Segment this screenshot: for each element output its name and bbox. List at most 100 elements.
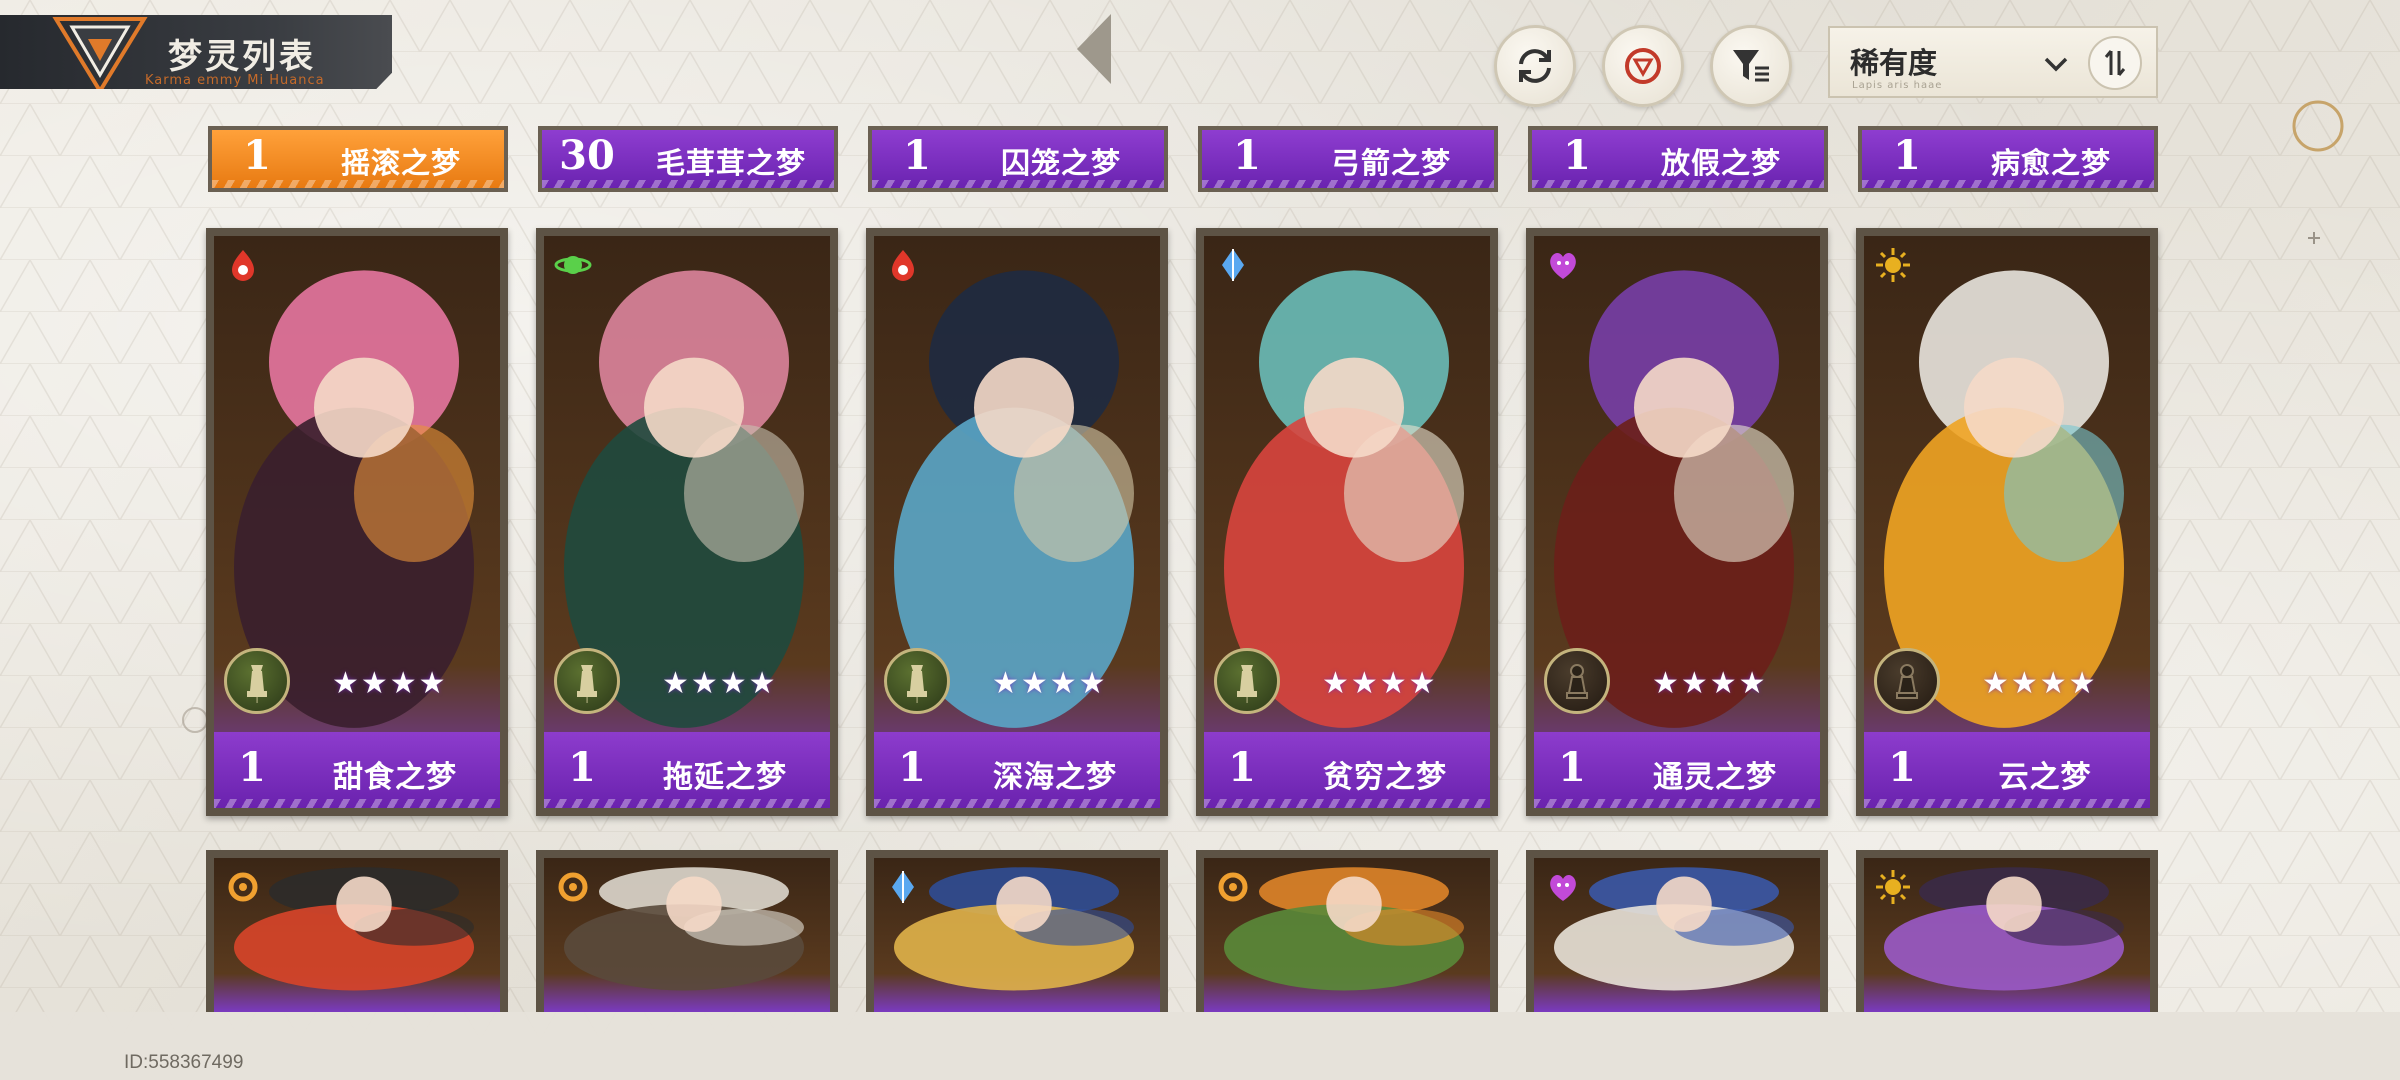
target-button[interactable] [1602,25,1684,107]
dream-card-band: 1 贫穷之梦 [1204,732,1490,808]
dream-count: 1 [1558,744,1586,791]
dream-name: 摇滚之梦 [340,146,461,180]
dream-card-frame: I ★★★★ 1 拖延之梦 [544,236,830,808]
dream-card-frame: I ★★★★ 1 甜食之梦 [214,236,500,808]
queen-piece-icon: I [1214,648,1280,714]
svg-text:I: I [256,696,258,703]
crystal-icon [1214,246,1252,284]
page-title: 梦灵列表 [168,37,316,77]
dream-name: 深海之梦 [993,760,1117,795]
dream-card[interactable] [1856,850,2158,1012]
dream-count: 1 [238,744,266,791]
pawn-piece-icon [1874,648,1940,714]
dream-count: 1 [1893,132,1921,179]
dream-count: 1 [243,132,271,179]
dream-card-band: 1 深海之梦 [874,732,1160,808]
dream-name: 贫穷之梦 [1323,760,1447,795]
queen-piece-icon: I [224,648,290,714]
dream-card[interactable]: I ★★★★ 1 贫穷之梦 [1196,228,1498,816]
dream-card[interactable]: I ★★★★ 1 深海之梦 [866,228,1168,816]
dream-card[interactable]: I ★★★★ 1 甜食之梦 [206,228,508,816]
dream-card-frame [214,858,500,1012]
dream-name: 通灵之梦 [1653,760,1777,795]
dream-card-band: 1 弓箭之梦 [1202,130,1494,188]
dream-name: 弓箭之梦 [1330,146,1451,180]
dream-name: 云之梦 [1998,760,2092,795]
dream-count: 1 [1233,132,1261,179]
star-rating: ★★★★ [1322,666,1438,701]
flame-emblem-icon [224,246,262,284]
dream-card-strip[interactable]: 1 摇滚之梦 [208,126,508,192]
dream-name: 毛茸茸之梦 [655,146,806,180]
dream-card[interactable] [1196,850,1498,1012]
dream-card-strip[interactable]: 1 放假之梦 [1528,126,1828,192]
refresh-button[interactable] [1494,25,1576,107]
refresh-icon [1519,49,1551,83]
sort-sublabel: Lapis aris haae [1852,80,1943,91]
dream-count: 1 [568,744,596,791]
dream-card-band: 1 云之梦 [1864,732,2150,808]
dream-card-band: 1 摇滚之梦 [212,130,504,188]
sort-label: 稀有度 [1850,46,1938,80]
dream-card-frame: ★★★★ 1 云之梦 [1864,236,2150,808]
queen-piece-icon: I [554,648,620,714]
dream-card-frame [1864,858,2150,1012]
flame-emblem-icon [884,246,922,284]
dream-card[interactable]: I ★★★★ 1 拖延之梦 [536,228,838,816]
bottom-fade [0,1012,2400,1080]
dream-card-strip[interactable]: 1 囚笼之梦 [868,126,1168,192]
dream-card-band: 1 病愈之梦 [1862,130,2154,188]
dream-card-frame [1534,858,1820,1012]
planet-icon [554,246,592,284]
page-subtitle: Karma emmy Mi Huanca [145,73,325,88]
dream-card-band: 1 囚笼之梦 [872,130,1164,188]
dream-card-strip[interactable]: 30 毛茸茸之梦 [538,126,838,192]
dream-count: 1 [898,744,926,791]
user-id: ID:558367499 [124,1052,244,1073]
sort-order-button[interactable] [2088,36,2142,90]
crystal-icon [884,868,922,906]
dream-card-frame [544,858,830,1012]
queen-piece-icon: I [884,648,950,714]
page-title-plate: 梦灵列表 Karma emmy Mi Huanca [0,15,392,89]
dream-card-strip[interactable]: 1 弓箭之梦 [1198,126,1498,192]
filter-button[interactable] [1710,25,1792,107]
sort-dropdown[interactable]: 稀有度 Lapis aris haae [1828,26,2158,98]
star-rating: ★★★★ [1982,666,2098,701]
ring-orbit-icon [224,868,262,906]
dream-card[interactable] [536,850,838,1012]
dream-card-frame [1204,858,1490,1012]
back-logo-icon[interactable] [50,11,150,95]
sort-order-icon [2104,50,2126,76]
pawn-piece-icon [1544,648,1610,714]
dream-count: 1 [1228,744,1256,791]
svg-text:I: I [916,696,918,703]
filter-icon [1733,50,1769,82]
ring-orbit-icon [554,868,592,906]
svg-text:I: I [586,696,588,703]
dream-name: 放假之梦 [1660,146,1781,180]
dream-card[interactable]: ★★★★ 1 云之梦 [1856,228,2158,816]
dream-count: 1 [1563,132,1591,179]
heart-spirit-icon [1544,868,1582,906]
chevron-down-icon [2044,57,2068,72]
dream-card-strip[interactable]: 1 病愈之梦 [1858,126,2158,192]
dream-card[interactable] [206,850,508,1012]
dream-count: 1 [903,132,931,179]
dream-card-frame: ★★★★ 1 通灵之梦 [1534,236,1820,808]
dream-name: 病愈之梦 [1990,146,2111,180]
dream-card-frame [874,858,1160,1012]
dream-card[interactable] [866,850,1168,1012]
star-rating: ★★★★ [992,666,1108,701]
star-rating: ★★★★ [662,666,778,701]
dream-card[interactable]: ★★★★ 1 通灵之梦 [1526,228,1828,816]
dream-count: 30 [559,132,615,179]
sun-icon [1874,246,1912,284]
dream-count: 1 [1888,744,1916,791]
heart-spirit-icon [1544,246,1582,284]
dream-card-band: 1 拖延之梦 [544,732,830,808]
dream-card-band: 1 放假之梦 [1532,130,1824,188]
dream-card[interactable] [1526,850,1828,1012]
dream-card-band: 1 通灵之梦 [1534,732,1820,808]
left-arrow-icon [1077,14,1111,84]
